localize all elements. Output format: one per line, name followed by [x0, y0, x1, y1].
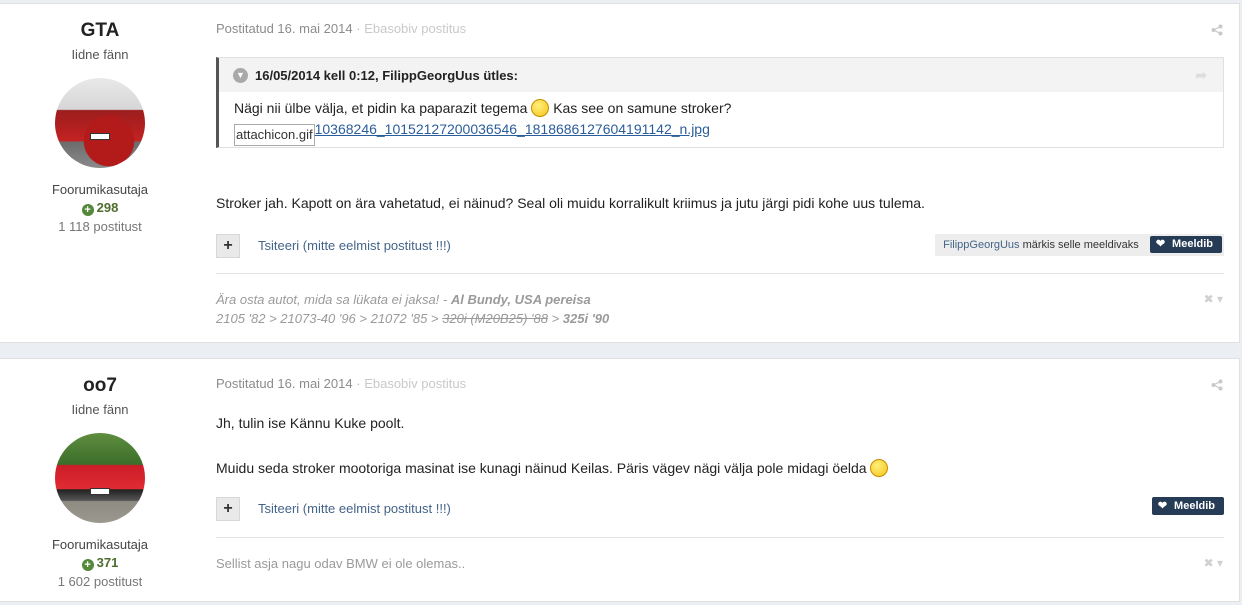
author-panel: oo7 Iidne fänn Foorumikasutaja +371 1 60…: [0, 359, 200, 589]
signature-arrow: >: [547, 311, 563, 326]
quote-text-2: Kas see on samune stroker?: [553, 100, 732, 116]
quote-button[interactable]: Tsiteeri (mitte eelmist postitust !!!): [258, 501, 451, 516]
quote-body: Nägi nii ülbe välja, et pidin ka paparaz…: [219, 92, 1223, 146]
plus-circle-icon: +: [81, 204, 94, 216]
post-meta: Postitatud 16. mai 2014 · Ebasobiv posti…: [216, 21, 466, 36]
car-plate: [90, 133, 110, 140]
post: GTA Iidne fänn Foorumikasutaja +298 1 11…: [0, 3, 1240, 343]
attachment-link[interactable]: 10368246_10152127200036546_1818686127604…: [315, 121, 710, 137]
share-icon[interactable]: [1211, 379, 1223, 391]
post-actions: + Tsiteeri (mitte eelmist postitust !!!)…: [216, 234, 1224, 258]
chevron-down-icon[interactable]: ▼: [233, 68, 248, 83]
quote-block: ▼ 16/05/2014 kell 0:12, FilippGeorgUus ü…: [216, 57, 1224, 148]
plus-circle-icon: +: [81, 559, 94, 571]
author-group: Foorumikasutaja: [51, 182, 149, 197]
meta-separator: ·: [356, 21, 361, 36]
signature-hide-control[interactable]: ✖ ▾: [1204, 292, 1223, 306]
laughing-smiley-icon: [531, 99, 550, 117]
signature-divider: [216, 537, 1224, 538]
post-content: Postitatud 16. mai 2014 · Ebasobiv posti…: [216, 4, 1224, 344]
post-count: 1 118 postitust: [58, 219, 142, 234]
multiquote-button[interactable]: +: [216, 497, 240, 521]
likes-summary: FilippGeorgUus märkis selle meeldivaks ❤…: [935, 234, 1224, 256]
post-body-line-1: Jh, tulin ise Kännu Kuke poolt.: [216, 415, 405, 431]
post: oo7 Iidne fänn Foorumikasutaja +371 1 60…: [0, 358, 1240, 602]
car-plate: [90, 488, 110, 495]
signature-divider: [216, 273, 1224, 274]
post-meta: Postitatud 16. mai 2014 · Ebasobiv posti…: [216, 376, 466, 391]
signature-car-sold: 320i (M20B25) '88: [442, 311, 548, 326]
avatar[interactable]: [55, 433, 145, 523]
close-icon[interactable]: ✖: [1204, 556, 1214, 570]
author-name[interactable]: oo7: [0, 375, 200, 399]
multiquote-button[interactable]: +: [216, 234, 240, 258]
post-count: 1 602 postitust: [57, 574, 143, 589]
quote-button[interactable]: Tsiteeri (mitte eelmist postitust !!!): [258, 238, 451, 253]
like-label: Meeldib: [1174, 500, 1215, 512]
report-link[interactable]: Ebasobiv postitus: [364, 21, 466, 36]
report-link[interactable]: Ebasobiv postitus: [364, 376, 466, 391]
author-name[interactable]: GTA: [0, 20, 200, 44]
heart-icon: ❤: [1157, 500, 1168, 512]
signature-car-current: 325i '90: [562, 311, 610, 326]
author-title: Iidne fänn: [71, 47, 129, 62]
meta-separator: ·: [356, 376, 361, 391]
signature-quote-author: Al Bundy, USA pereisa: [450, 292, 591, 307]
post-body-line-2: Muidu seda stroker mootoriga masinat ise…: [216, 459, 889, 477]
like-label: Meeldib: [1172, 238, 1213, 250]
wink-smiley-icon: [870, 459, 889, 477]
reputation-count: 371: [96, 555, 119, 570]
like-button[interactable]: ❤ Meeldib: [1149, 236, 1222, 253]
author-group: Foorumikasutaja: [51, 537, 149, 552]
close-icon[interactable]: ✖: [1204, 292, 1214, 306]
like-button[interactable]: ❤ Meeldib: [1151, 497, 1224, 515]
post-date[interactable]: Postitatud 16. mai 2014: [216, 376, 353, 391]
reputation-badge: +371: [0, 555, 200, 571]
chevron-down-icon[interactable]: ▾: [1217, 556, 1223, 570]
quote-citation: 16/05/2014 kell 0:12, FilippGeorgUus ütl…: [255, 68, 518, 83]
post-content: Postitatud 16. mai 2014 · Ebasobiv posti…: [216, 359, 1224, 603]
liker-link[interactable]: FilippGeorgUus: [943, 239, 1019, 251]
reputation-count: 298: [96, 200, 119, 215]
post-date[interactable]: Postitatud 16. mai 2014: [216, 21, 353, 36]
avatar[interactable]: [55, 78, 145, 168]
signature-cars: 2105 '82 > 21073-40 '96 > 21072 '85 >: [216, 311, 443, 326]
post-actions: + Tsiteeri (mitte eelmist postitust !!!)…: [216, 497, 1224, 521]
quote-header: ▼ 16/05/2014 kell 0:12, FilippGeorgUus ü…: [219, 58, 1223, 92]
goto-quote-icon[interactable]: ➦: [1195, 67, 1207, 84]
signature-quote: Ära osta autot, mida sa lükata ei jaksa!…: [216, 292, 451, 307]
author-title: Iidne fänn: [71, 402, 129, 417]
quote-text: Nägi nii ülbe välja, et pidin ka paparaz…: [234, 100, 528, 116]
chevron-down-icon[interactable]: ▾: [1217, 292, 1223, 306]
liked-text: märkis selle meeldivaks: [1022, 239, 1139, 251]
author-panel: GTA Iidne fänn Foorumikasutaja +298 1 11…: [0, 4, 200, 234]
post-body: Stroker jah. Kapott on ära vahetatud, ei…: [216, 195, 925, 211]
post-body-text: Muidu seda stroker mootoriga masinat ise…: [216, 460, 867, 476]
signature: Sellist asja nagu odav BMW ei ole olemas…: [216, 556, 466, 571]
reputation-badge: +298: [0, 200, 200, 216]
signature: Ära osta autot, mida sa lükata ei jaksa!…: [216, 290, 609, 328]
heart-icon: ❤: [1155, 238, 1166, 250]
attachment-image: attachicon.gif: [234, 124, 315, 146]
share-icon[interactable]: [1211, 24, 1223, 36]
signature-hide-control[interactable]: ✖ ▾: [1204, 556, 1223, 570]
